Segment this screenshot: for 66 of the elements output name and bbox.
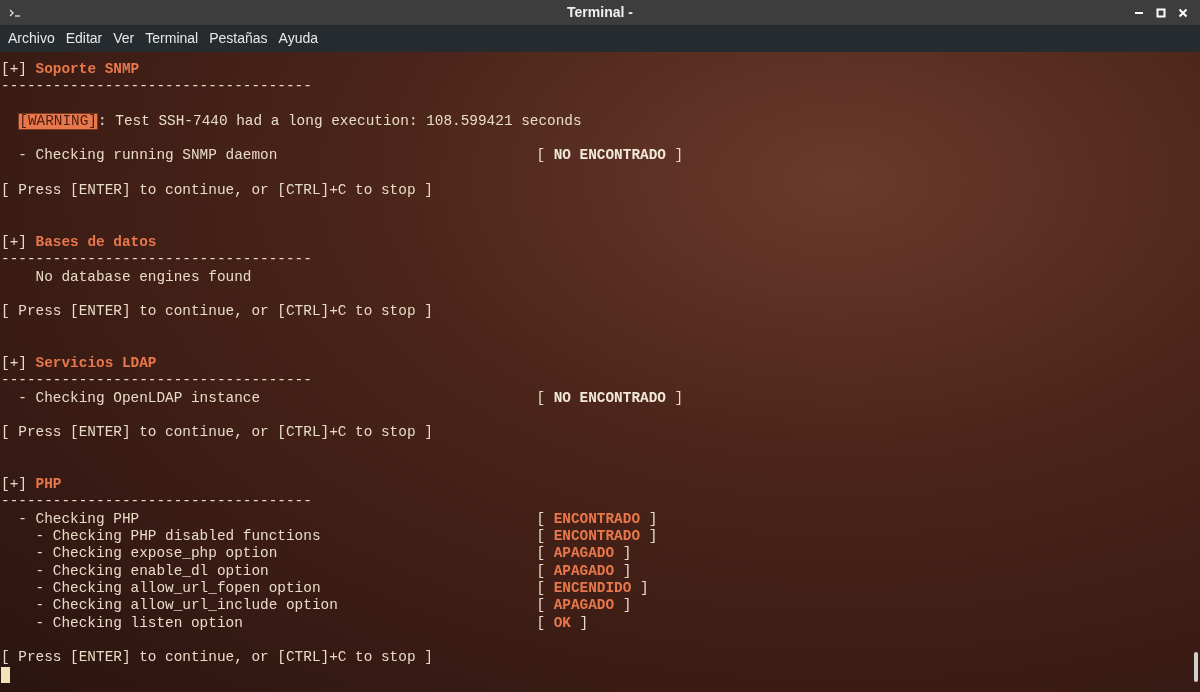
status-bracket: [ (536, 528, 546, 546)
status-text: ENCONTRADO (553, 528, 641, 546)
status-bracket: ] (640, 579, 649, 598)
status-bracket: ] (579, 614, 589, 632)
check-label: - Checking PHP disabled functions (35, 528, 321, 544)
status-bracket: [ (536, 510, 546, 528)
text-cursor (1, 667, 10, 684)
status-text: OK (553, 614, 571, 632)
warning-tag: [WARNING] (18, 113, 98, 131)
status-bracket: [ (536, 147, 546, 165)
section-bracket: [+] (1, 61, 27, 77)
check-label: - Checking enable_dl option (35, 562, 269, 579)
dashed-rule: ------------------------------------ (1, 372, 312, 389)
status-text: APAGADO (553, 545, 615, 563)
status-text: NO ENCONTRADO (553, 389, 666, 407)
dashed-rule: ------------------------------------ (1, 251, 312, 268)
status-bracket: ] (622, 597, 632, 615)
check-label: - Checking running SNMP daemon (18, 147, 278, 164)
message-text: No database engines found (35, 268, 252, 285)
status-bracket: ] (674, 147, 684, 165)
status-bracket: [ (536, 579, 546, 598)
status-bracket: ] (622, 545, 632, 563)
section-bracket: [+] (1, 233, 27, 250)
window-title: Terminal - (567, 3, 633, 22)
status-bracket: [ (536, 389, 546, 407)
status-bracket: [ (536, 545, 546, 563)
dashed-rule: ------------------------------------ (1, 78, 312, 95)
status-text: APAGADO (553, 597, 615, 615)
section-bracket: [+] (1, 355, 27, 372)
check-label: - Checking expose_php option (35, 545, 278, 562)
section-bracket: [+] (1, 476, 27, 493)
menu-item[interactable]: Editar (60, 28, 108, 49)
status-bracket: ] (648, 510, 658, 528)
status-bracket: ] (674, 389, 684, 407)
status-text: APAGADO (553, 562, 615, 580)
status-bracket: ] (648, 528, 658, 546)
dashed-rule: ------------------------------------ (1, 493, 312, 510)
warning-message: : Test SSH-7440 had a long execution: 108.599421 seconds (98, 112, 582, 131)
check-label: - Checking allow_url_include option (35, 597, 338, 614)
menu-item[interactable]: Ayuda (273, 28, 323, 49)
section-title: PHP (35, 476, 62, 493)
status-text: ENCONTRADO (553, 510, 641, 528)
check-label: - Checking listen option (35, 614, 243, 631)
check-label: - Checking allow_url_fopen option (35, 579, 321, 596)
section-title: Bases de datos (35, 233, 157, 250)
continue-prompt: [ Press [ENTER] to continue, or [CTRL]+C to stop ] (1, 649, 433, 666)
continue-prompt: [ Press [ENTER] to continue, or [CTRL]+C to stop ] (1, 424, 433, 441)
status-text: NO ENCONTRADO (553, 147, 666, 165)
check-label: - Checking PHP (18, 510, 140, 527)
status-bracket: ] (622, 562, 632, 580)
close-icon[interactable] (1178, 7, 1188, 18)
status-text: ENCENDIDO (553, 579, 632, 598)
menu-item[interactable]: Archivo (3, 28, 60, 49)
maximize-icon[interactable] (1156, 7, 1166, 18)
check-label: - Checking OpenLDAP instance (18, 389, 261, 406)
menu-item[interactable]: Ver (108, 28, 140, 49)
section-title: Servicios LDAP (35, 355, 157, 372)
menu-item[interactable]: Terminal (140, 28, 204, 49)
status-bracket: [ (536, 562, 546, 580)
menu-item[interactable]: Pestañas (204, 28, 273, 49)
continue-prompt: [ Press [ENTER] to continue, or [CTRL]+C to stop ] (1, 303, 433, 320)
section-title: Soporte SNMP (35, 61, 140, 77)
scrollbar-thumb[interactable] (1194, 652, 1198, 682)
status-bracket: [ (536, 614, 546, 632)
status-bracket: [ (536, 597, 546, 615)
continue-prompt: [ Press [ENTER] to continue, or [CTRL]+C to stop ] (1, 182, 433, 199)
